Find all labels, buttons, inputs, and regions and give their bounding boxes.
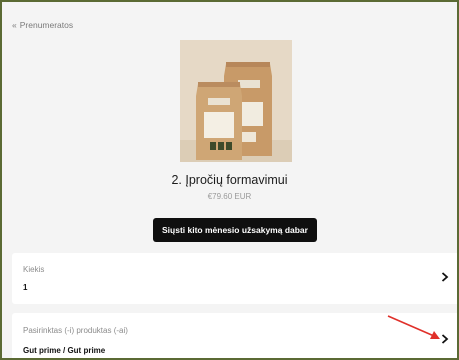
chevron-right-icon[interactable] <box>441 272 449 282</box>
product-title: 2. Įpročių formavimui <box>171 173 288 187</box>
product-price: €79.60 EUR <box>207 192 252 201</box>
quantity-value: 1 <box>23 283 28 292</box>
quantity-card[interactable]: Kiekis 1 <box>12 253 457 304</box>
selected-products-card[interactable]: Pasirinktas (-i) produktas (-ai) Gut pri… <box>12 313 457 358</box>
back-link-label: Prenumeratos <box>19 20 74 30</box>
quantity-label: Kiekis <box>23 265 45 274</box>
send-next-month-order-button[interactable]: Siųsti kito mėnesio užsakymą dabar <box>153 218 317 242</box>
chevron-right-icon[interactable] <box>441 334 449 344</box>
selected-products-value: Gut prime / Gut prime <box>23 346 106 355</box>
coffee-bags-icon <box>180 40 292 162</box>
product-image <box>180 40 292 162</box>
app-frame: «Prenumeratos 2. Įpročių formavimui €79.… <box>0 0 459 360</box>
selected-products-label: Pasirinktas (-i) produktas (-ai) <box>23 326 128 335</box>
back-link-prenumeratos[interactable]: «Prenumeratos <box>12 20 73 30</box>
double-chevron-left-icon: « <box>12 20 17 30</box>
